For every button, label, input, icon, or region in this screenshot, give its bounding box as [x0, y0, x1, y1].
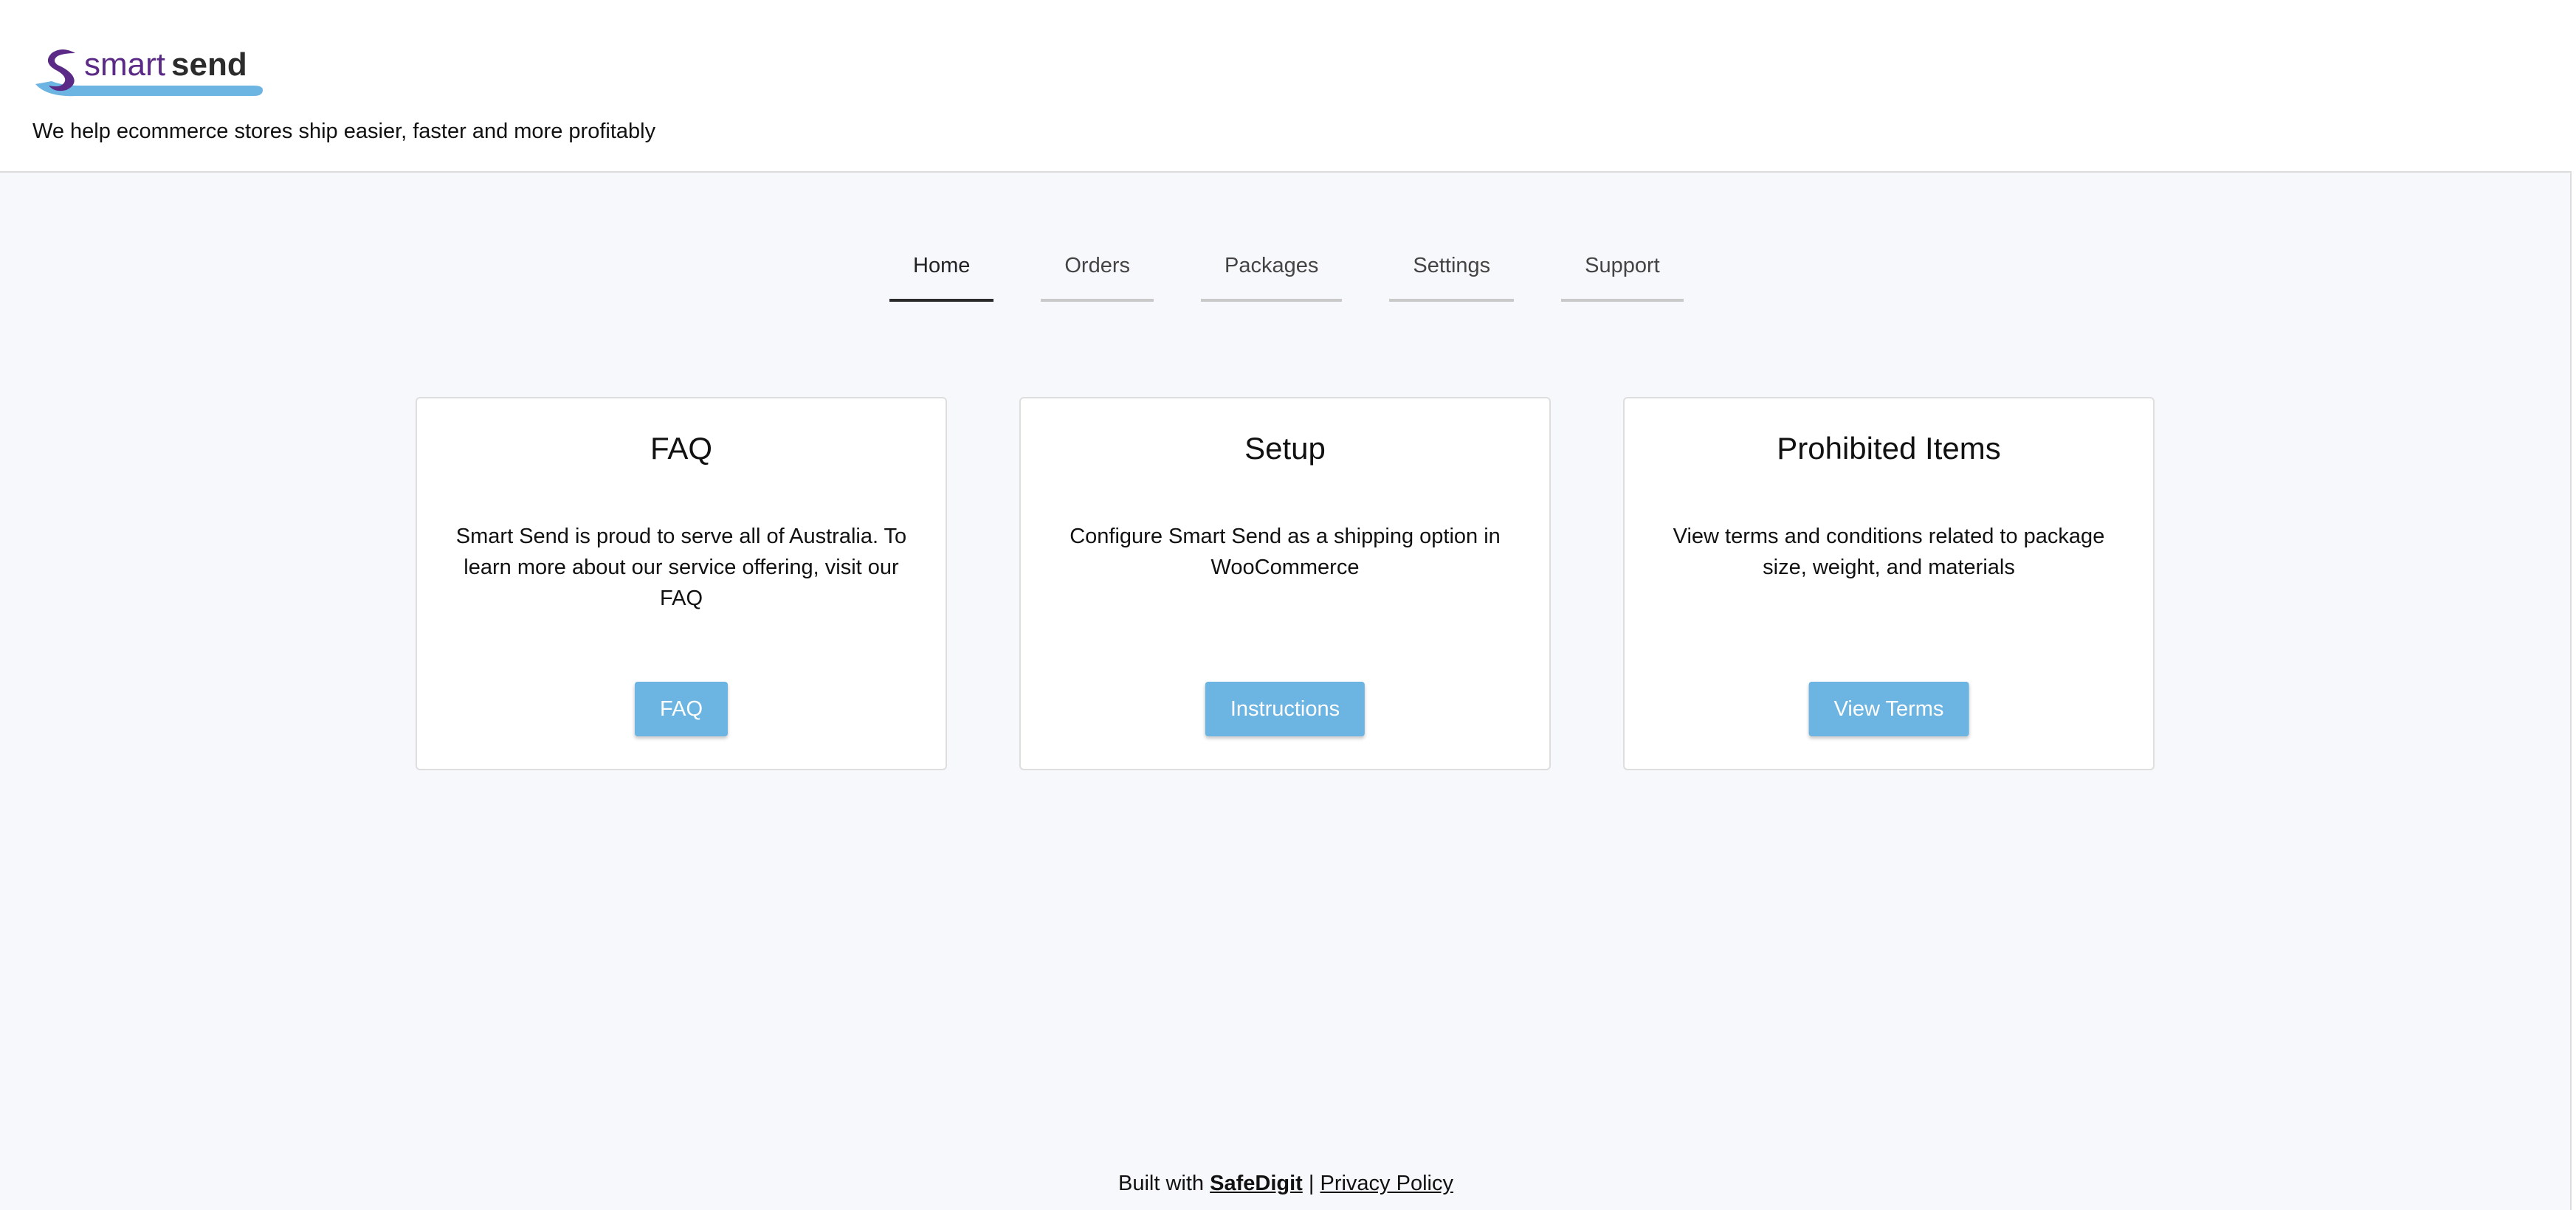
logo-wordmark-light: smart [84, 46, 165, 83]
home-cards: FAQ Smart Send is proud to serve all of … [416, 397, 2155, 770]
logo-wordmark-bold: send [171, 46, 247, 83]
privacy-policy-link[interactable]: Privacy Policy [1320, 1172, 1453, 1195]
logo-mark-icon: smart send [35, 46, 263, 97]
view-terms-button[interactable]: View Terms [1808, 682, 1969, 736]
smartsend-logo[interactable]: smart send [32, 43, 269, 102]
tab-support[interactable]: Support [1561, 243, 1684, 302]
tab-orders[interactable]: Orders [1041, 243, 1154, 302]
built-with-text: Built with [1118, 1172, 1205, 1195]
card-title: Setup [1244, 431, 1326, 466]
instructions-button[interactable]: Instructions [1205, 682, 1366, 736]
faq-button[interactable]: FAQ [634, 682, 729, 736]
footer: Built with SafeDigit | Privacy Policy [0, 1172, 2572, 1196]
card-title: Prohibited Items [1777, 431, 2001, 466]
setup-card: Setup Configure Smart Send as a shipping… [1019, 397, 1551, 770]
card-description: Configure Smart Send as a shipping optio… [1070, 525, 1501, 579]
card-description: View terms and conditions related to pac… [1673, 525, 2105, 579]
card-title: FAQ [650, 431, 713, 466]
footer-separator: | [1308, 1172, 1315, 1195]
tab-home[interactable]: Home [889, 243, 994, 302]
safedigit-link[interactable]: SafeDigit [1210, 1172, 1303, 1195]
app-header: smart send We help ecommerce stores ship… [0, 0, 2572, 173]
tab-settings[interactable]: Settings [1389, 243, 1515, 302]
card-description: Smart Send is proud to serve all of Aust… [455, 525, 907, 610]
tab-packages[interactable]: Packages [1201, 243, 1343, 302]
faq-card: FAQ Smart Send is proud to serve all of … [416, 397, 947, 770]
prohibited-items-card: Prohibited Items View terms and conditio… [1623, 397, 2155, 770]
tagline: We help ecommerce stores ship easier, fa… [32, 120, 656, 143]
main-nav-tabs: Home Orders Packages Settings Support [889, 243, 1684, 302]
